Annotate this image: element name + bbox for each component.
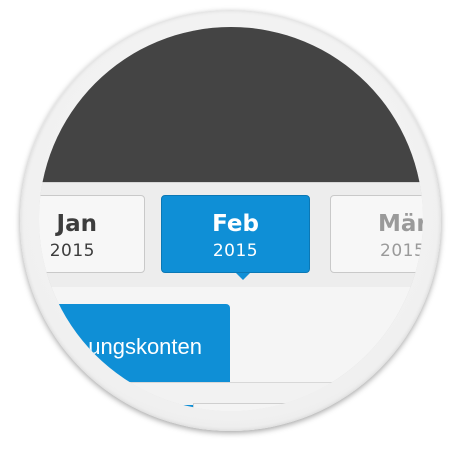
month-year: 2015 bbox=[49, 241, 95, 261]
month-card-mar[interactable]: Mär 2015 bbox=[330, 195, 423, 273]
year-tab[interactable]: 2015 bbox=[193, 403, 295, 411]
month-name: Mär bbox=[378, 211, 423, 237]
zoomed-content: Jan 2015 Feb 2015 Mär 2015 ungskonten 20… bbox=[39, 27, 423, 411]
selected-period-tab[interactable] bbox=[39, 405, 193, 411]
account-tab[interactable]: ungskonten bbox=[39, 304, 230, 382]
month-year: 2015 bbox=[212, 241, 259, 261]
header-area bbox=[39, 27, 423, 182]
month-name: Jan bbox=[56, 211, 97, 237]
magnifier-lens: Jan 2015 Feb 2015 Mär 2015 ungskonten 20… bbox=[39, 27, 423, 411]
account-tab-label: ungskonten bbox=[88, 334, 202, 359]
active-month-pointer bbox=[236, 273, 250, 280]
month-card-jan[interactable]: Jan 2015 bbox=[39, 195, 145, 273]
month-name: Feb bbox=[212, 211, 259, 237]
month-card-feb[interactable]: Feb 2015 bbox=[161, 195, 310, 273]
month-year: 2015 bbox=[380, 241, 423, 261]
